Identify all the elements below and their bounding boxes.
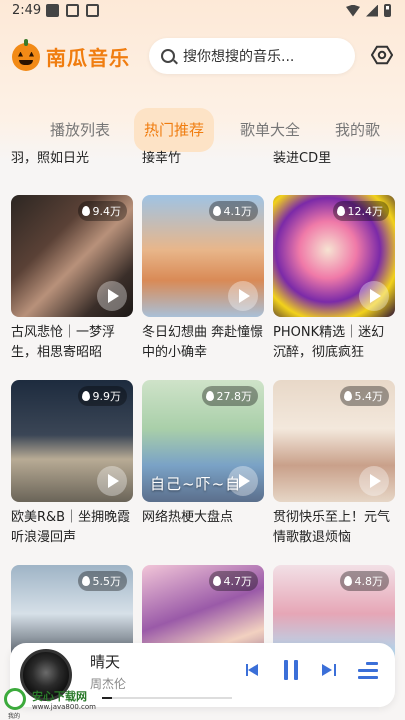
playlist-card[interactable]: 9.4万 古风悲怆｜一梦浮生，相思寄昭昭 [11, 195, 133, 363]
play-icon[interactable] [228, 281, 258, 311]
playlist-cover: 4.1万 [142, 195, 264, 317]
status-indicators [346, 4, 391, 17]
play-count-badge: 12.4万 [332, 201, 389, 221]
playlist-title: 冬日幻想曲 奔赴憧憬中的小确幸 [142, 325, 264, 360]
app-logo: 南瓜音乐 [12, 38, 130, 71]
hexagon-settings-icon[interactable] [371, 44, 393, 66]
flame-icon [343, 576, 352, 586]
playback-progress[interactable] [102, 697, 232, 699]
play-count-badge: 9.4万 [77, 201, 127, 221]
playlist-title: 网络热梗大盘点 [142, 510, 234, 525]
playlist-cover: 12.4万 [273, 195, 395, 317]
status-bar: 2:49 [0, 0, 405, 24]
pumpkin-icon [12, 38, 40, 71]
wifi-icon [346, 4, 360, 17]
battery-icon [384, 4, 391, 17]
playlist-title: 古风悲怆｜一梦浮生，相思寄昭昭 [11, 325, 116, 360]
play-icon[interactable] [228, 466, 258, 496]
notification-image-icon [86, 4, 99, 17]
flame-icon [81, 391, 90, 401]
watermark-name: 安心下载网 [32, 690, 87, 703]
pause-icon[interactable] [282, 660, 300, 680]
flame-icon [212, 576, 221, 586]
playlist-title: 贯彻快乐至上！元气情歌散退烦恼 [273, 510, 391, 545]
cut-card-title: 羽，照如日光 [11, 151, 90, 164]
play-count-badge: 4.8万 [339, 571, 389, 591]
flame-icon [336, 206, 345, 216]
search-input[interactable]: 搜你想搜的音乐... [149, 38, 355, 74]
search-icon [161, 49, 175, 63]
play-count-badge: 9.9万 [77, 386, 127, 406]
flame-icon [212, 206, 221, 216]
playlist-title: PHONK精选｜迷幻沉醉，彻底疯狂 [273, 325, 385, 360]
app-name: 南瓜音乐 [46, 46, 130, 70]
flame-icon [81, 206, 90, 216]
play-count-badge: 4.1万 [208, 201, 258, 221]
notification-a-icon [66, 4, 79, 17]
notification-icon [46, 4, 59, 17]
tab-playlist-collection[interactable]: 歌单大全 [240, 108, 300, 152]
cut-card-title: 装进CD里 [273, 151, 332, 164]
signal-icon [366, 4, 378, 17]
play-count-badge: 5.5万 [77, 571, 127, 591]
watermark: 安心下载网 www.java800.com 我的 [0, 686, 110, 720]
tab-playlist[interactable]: 播放列表 [50, 108, 110, 152]
search-placeholder: 搜你想搜的音乐... [183, 49, 295, 65]
playlist-card[interactable]: 27.8万 自己~吓~自 网络热梗大盘点 [142, 380, 264, 548]
play-icon[interactable] [97, 281, 127, 311]
tab-my-songs[interactable]: 我的歌 [335, 108, 380, 152]
flame-icon [81, 576, 90, 586]
play-count-badge: 4.7万 [208, 571, 258, 591]
watermark-url: www.java800.com [32, 703, 96, 711]
app-header: 南瓜音乐 搜你想搜的音乐... [0, 34, 405, 80]
playlist-title: 欧美R&B｜坐拥晚霞听浪漫回声 [11, 510, 131, 545]
playlist-cover: 5.4万 [273, 380, 395, 502]
playlist-card[interactable]: 4.1万 冬日幻想曲 奔赴憧憬中的小确幸 [142, 195, 264, 363]
category-tabs: 播放列表 热门推荐 歌单大全 我的歌 [0, 108, 405, 152]
now-playing-title: 晴天 [90, 653, 121, 671]
previous-track-icon[interactable] [246, 663, 260, 677]
playlist-cover: 27.8万 自己~吓~自 [142, 380, 264, 502]
tab-hot-recommend[interactable]: 热门推荐 [134, 108, 215, 152]
play-count-badge: 5.4万 [339, 386, 389, 406]
next-track-icon[interactable] [322, 663, 336, 677]
playlist-card[interactable]: 5.4万 贯彻快乐至上！元气情歌散退烦恼 [273, 380, 395, 548]
playlist-cover: 9.9万 [11, 380, 133, 502]
playlist-queue-icon[interactable] [358, 661, 378, 681]
playlist-cover: 9.4万 [11, 195, 133, 317]
play-icon[interactable] [359, 466, 389, 496]
cut-card-title: 接幸竹 [142, 151, 182, 164]
play-count-badge: 27.8万 [201, 386, 258, 406]
watermark-logo-icon [4, 688, 26, 710]
play-icon[interactable] [359, 281, 389, 311]
playlist-grid: 羽，照如日光 接幸竹 装进CD里 9.4万 古风悲怆｜一梦浮生，相思寄昭昭 4.… [0, 150, 405, 716]
flame-icon [343, 391, 352, 401]
playlist-card[interactable]: 9.9万 欧美R&B｜坐拥晚霞听浪漫回声 [11, 380, 133, 548]
watermark-label: 我的 [8, 713, 21, 720]
playlist-card[interactable]: 12.4万 PHONK精选｜迷幻沉醉，彻底疯狂 [273, 195, 395, 363]
play-icon[interactable] [97, 466, 127, 496]
flame-icon [205, 391, 214, 401]
status-time: 2:49 [12, 3, 42, 18]
